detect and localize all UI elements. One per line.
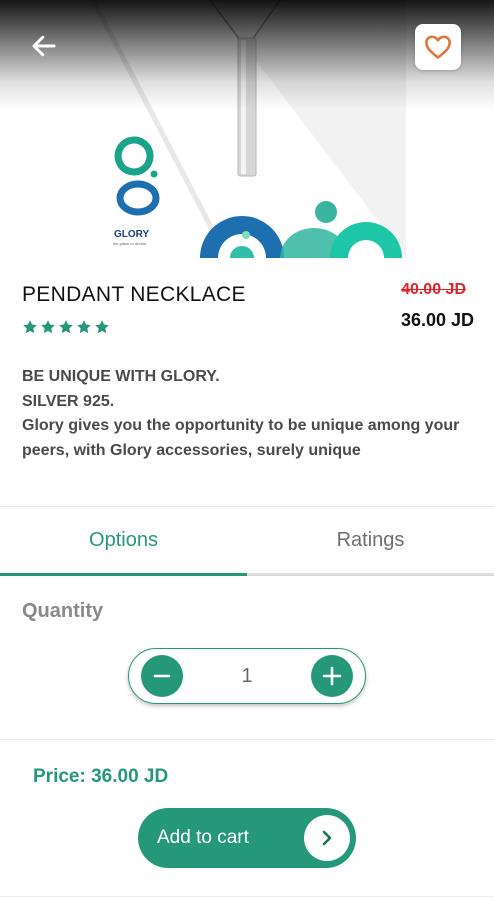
active-tab-indicator	[0, 573, 247, 576]
back-button[interactable]	[26, 28, 62, 64]
tab-underline	[247, 573, 494, 576]
description-line: Glory gives you the opportunity to be un…	[22, 417, 460, 459]
star-icon	[41, 320, 55, 334]
add-to-cart-label: Add to cart	[157, 827, 249, 848]
arrow-left-icon	[32, 35, 56, 57]
tab-bar: Options Ratings	[0, 507, 494, 577]
quantity-label: Quantity	[22, 600, 104, 622]
options-panel: Quantity 1	[0, 577, 494, 739]
divider	[0, 739, 494, 740]
original-price: 40.00 JD	[401, 281, 466, 298]
product-title: PENDANT NECKLACE	[22, 283, 246, 306]
brand-name: GLORY	[114, 229, 150, 240]
divider	[0, 896, 494, 897]
total-price: Price: 36.00 JD	[33, 766, 169, 787]
rating-stars	[22, 319, 110, 335]
plus-icon	[322, 666, 342, 686]
decrease-quantity-button[interactable]	[141, 655, 183, 697]
description-line: SILVER 925.	[22, 392, 115, 410]
product-description: BE UNIQUE WITH GLORY. SILVER 925. Glory …	[22, 365, 472, 463]
increase-quantity-button[interactable]	[311, 655, 353, 697]
product-image-area: GLORY the place to dream	[0, 0, 494, 262]
star-icon	[59, 320, 73, 334]
description-line: BE UNIQUE WITH GLORY.	[22, 368, 220, 385]
brand-tagline: the place to dream	[113, 241, 147, 246]
chevron-right-icon	[322, 830, 332, 846]
star-icon	[95, 320, 109, 334]
cart-arrow-circle	[304, 815, 350, 861]
heart-outline-icon	[425, 35, 451, 59]
tab-options[interactable]: Options	[0, 507, 247, 573]
minus-icon	[153, 674, 171, 678]
favorite-button[interactable]	[415, 24, 461, 70]
tab-ratings[interactable]: Ratings	[247, 507, 494, 573]
quantity-stepper: 1	[128, 648, 366, 704]
current-price: 36.00 JD	[400, 310, 474, 330]
add-to-cart-button[interactable]: Add to cart	[138, 808, 356, 868]
star-icon	[77, 320, 91, 334]
star-icon	[23, 320, 37, 334]
